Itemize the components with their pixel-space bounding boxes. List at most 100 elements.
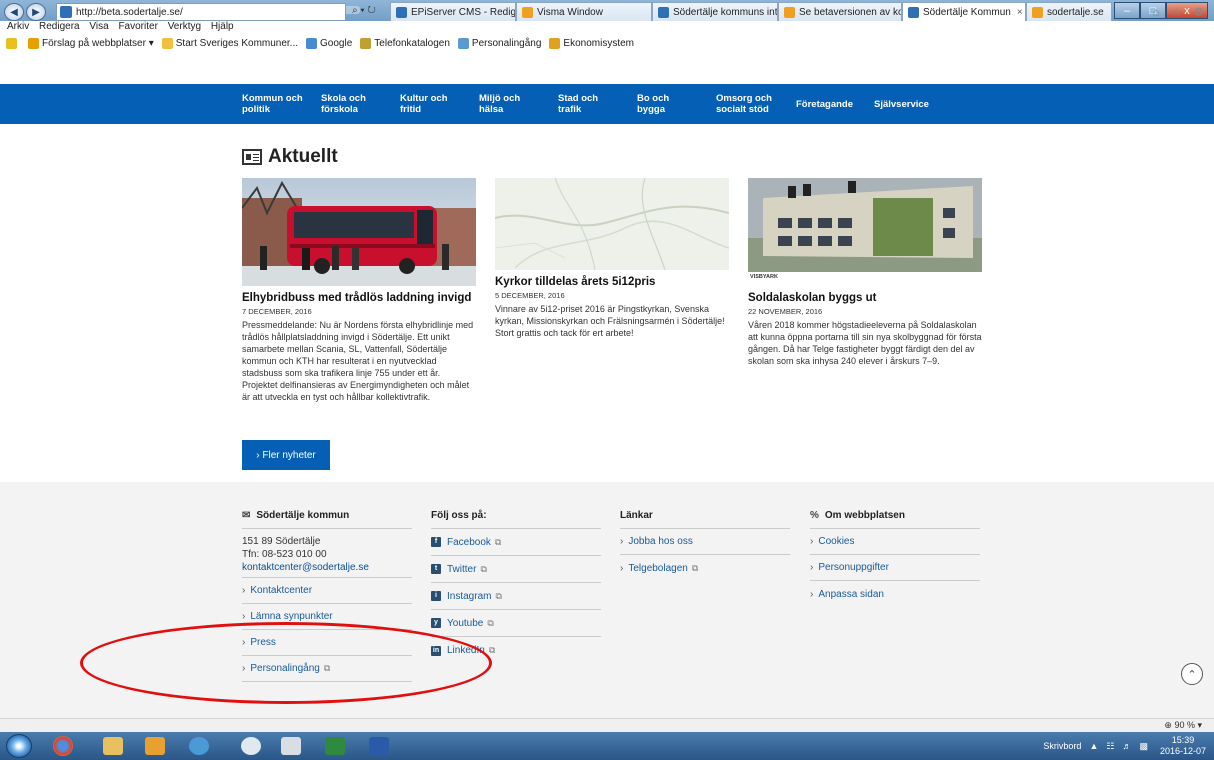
nav-bo-och-bygga[interactable]: Bo och bygga [637,93,669,115]
news-title[interactable]: Kyrkor tilldelas årets 5i12pris [495,276,729,288]
taskbar-app-explorer[interactable] [98,735,128,757]
taskbar-app-chrome[interactable] [48,735,78,757]
news-date: 7 DECEMBER, 2016 [242,307,312,316]
nav-stad-och-trafik[interactable]: Stad och trafik [558,93,598,115]
fav-icon [549,37,561,49]
favorites-star-icon[interactable] [6,37,20,49]
footer-link-instagram[interactable]: i Instagram ⧉ [431,583,601,610]
tray-chevron-icon[interactable]: ▲ [1089,741,1098,751]
nav-kultur-och-fritid[interactable]: Kultur och fritid [400,93,448,115]
menu-redigera[interactable]: Redigera [39,21,80,32]
forward-arrow-icon: ▶ [32,6,40,18]
twitter-icon: t [431,564,441,574]
tab-visma[interactable]: Visma Window [516,2,652,22]
nav-miljo-och-halsa[interactable]: Miljö och hälsa [479,93,520,115]
network-icon[interactable]: ☷ [1106,741,1114,752]
taskbar-app-outlook[interactable] [140,735,170,757]
chevron-right-icon: › [810,588,814,600]
news-date: 5 DECEMBER, 2016 [495,291,565,300]
nav-sjalvservice[interactable]: Självservice [874,99,929,110]
browser-tabs: EPiServer CMS - Redigera Visma Window Sö… [390,2,1112,22]
tab-close-icon[interactable]: × [1017,7,1023,18]
news-card-church[interactable]: Kyrkor tilldelas årets 5i12pris 5 DECEMB… [495,178,729,339]
menu-visa[interactable]: Visa [89,21,108,32]
footer-link-youtube[interactable]: y Youtube ⧉ [431,610,601,637]
system-tray: Skrivbord ▲ ☷ ♬ ▩ 15:39 2016-12-07 [1043,735,1206,757]
footer-link-anpassa[interactable]: › Anpassa sidan [810,581,980,607]
fav-telefonkatalogen[interactable]: Telefonkatalogen [360,37,450,49]
taskbar-app-ie[interactable] [184,735,214,757]
taskbar-app-calculator[interactable] [276,735,306,757]
news-image-school[interactable]: VISBYARK [748,178,982,286]
footer-link-cookies[interactable]: › Cookies [810,529,980,555]
nav-omsorg-och-socialt-stod[interactable]: Omsorg och socialt stöd [716,93,772,115]
menu-arkiv[interactable]: Arkiv [7,21,29,32]
scroll-to-top-button[interactable]: ⌃ [1181,663,1203,685]
footer-link-personuppgifter[interactable]: › Personuppgifter [810,555,980,581]
taskbar-clock[interactable]: 15:39 2016-12-07 [1160,735,1206,757]
tab-sodertalje-kommun[interactable]: Södertälje Kommun × [902,2,1026,22]
menu-favoriter[interactable]: Favoriter [118,21,157,32]
news-image-map[interactable] [495,178,729,270]
footer-link-jobba[interactable]: › Jobba hos oss [620,529,790,555]
menu-hjalp[interactable]: Hjälp [211,21,234,32]
tab-favicon-icon [522,7,533,18]
taskbar-app-word[interactable] [364,735,394,757]
fav-start-skl[interactable]: Start Sveriges Kommuner... [161,37,298,49]
menu-verktyg[interactable]: Verktyg [168,21,201,32]
start-button[interactable] [6,734,32,758]
fav-icon [161,37,173,49]
news-heading: Aktuellt [242,146,338,168]
news-card-bus[interactable]: Elhybridbuss med trådlös laddning invigd… [242,178,476,403]
news-card-school[interactable]: VISBYARK Soldalaskolan byggs ut 22 NOVEM… [748,178,982,367]
tab-favicon-icon [396,7,407,18]
nav-skola-och-forskola[interactable]: Skola och förskola [321,93,366,115]
chevron-right-icon: › [810,536,814,547]
tab-favicon-icon [1032,7,1043,18]
news-title[interactable]: Elhybridbuss med trådlös laddning invigd [242,292,476,304]
back-button[interactable]: ◀ [4,3,24,21]
signal-icon[interactable]: ▩ [1139,741,1148,752]
tab-episerver[interactable]: EPiServer CMS - Redigera [390,2,516,22]
tab-favicon-icon [908,7,919,18]
tab-favicon-icon [658,7,669,18]
external-link-icon: ⧉ [488,645,496,655]
footer-col-om: % Om webbplatsen › Cookies › Personuppgifte… [810,510,980,607]
volume-icon[interactable]: ♬ [1122,741,1131,751]
tab-intranet[interactable]: Södertälje kommuns intr... [652,2,778,22]
news-title[interactable]: Soldalaskolan byggs ut [748,292,982,304]
contact-address: 151 89 Södertälje Tfn: 08-523 010 00 kon… [242,529,412,578]
browser-toolbar-icons[interactable]: ⌂ ☆ ⚙ [1153,5,1208,19]
nav-kommun-och-politik[interactable]: Kommun och politik [242,93,303,115]
news-image-bus[interactable] [242,178,476,286]
footer-link-twitter[interactable]: t Twitter ⧉ [431,556,601,583]
nav-foretagande[interactable]: Företagande [796,99,853,110]
forward-button[interactable]: ▶ [26,3,46,21]
address-tools[interactable]: ⌕ ▾ ↻ [352,5,376,16]
chevron-right-icon: › [620,562,624,574]
fav-forslag[interactable]: Förslag på webbplatser ▾ [28,37,154,49]
fav-google[interactable]: Google [306,37,352,49]
contact-email-link[interactable]: kontaktcenter@sodertalje.se [242,561,412,574]
facebook-icon: f [431,537,441,547]
address-url: http://beta.sodertalje.se/ [76,6,183,18]
footer-link-telgebolagen[interactable]: › Telgebolagen ⧉ [620,555,790,581]
tab-sodertalje-se[interactable]: sodertalje.se [1026,2,1112,22]
browser-statusbar: ⊕ 90 % ▾ [0,718,1214,732]
envelope-icon: ✉ [242,510,251,521]
external-link-icon: ⧉ [691,562,699,573]
taskbar-app-excel[interactable] [320,735,350,757]
footer-link-facebook[interactable]: f Facebook ⧉ [431,529,601,556]
site-main-nav: Kommun och politik Skola och förskola Kult… [0,84,1214,124]
more-news-button[interactable]: › Fler nyheter [242,440,330,470]
zoom-level[interactable]: ⊕ 90 % ▾ [1164,720,1202,731]
taskbar-app-itunes[interactable] [236,735,266,757]
fav-ekonomisystem[interactable]: Ekonomisystem [549,37,634,49]
fav-personalingang[interactable]: Personalingång [457,37,541,49]
newspaper-icon [242,149,262,165]
tab-betaversion[interactable]: Se betaversionen av kom... [778,2,902,22]
chevron-right-icon: › [242,611,246,622]
desktop-toolbar[interactable]: Skrivbord [1043,741,1081,751]
footer-link-kontaktcenter[interactable]: › Kontaktcenter [242,578,412,604]
address-bar[interactable]: http://beta.sodertalje.se/ [56,3,346,21]
